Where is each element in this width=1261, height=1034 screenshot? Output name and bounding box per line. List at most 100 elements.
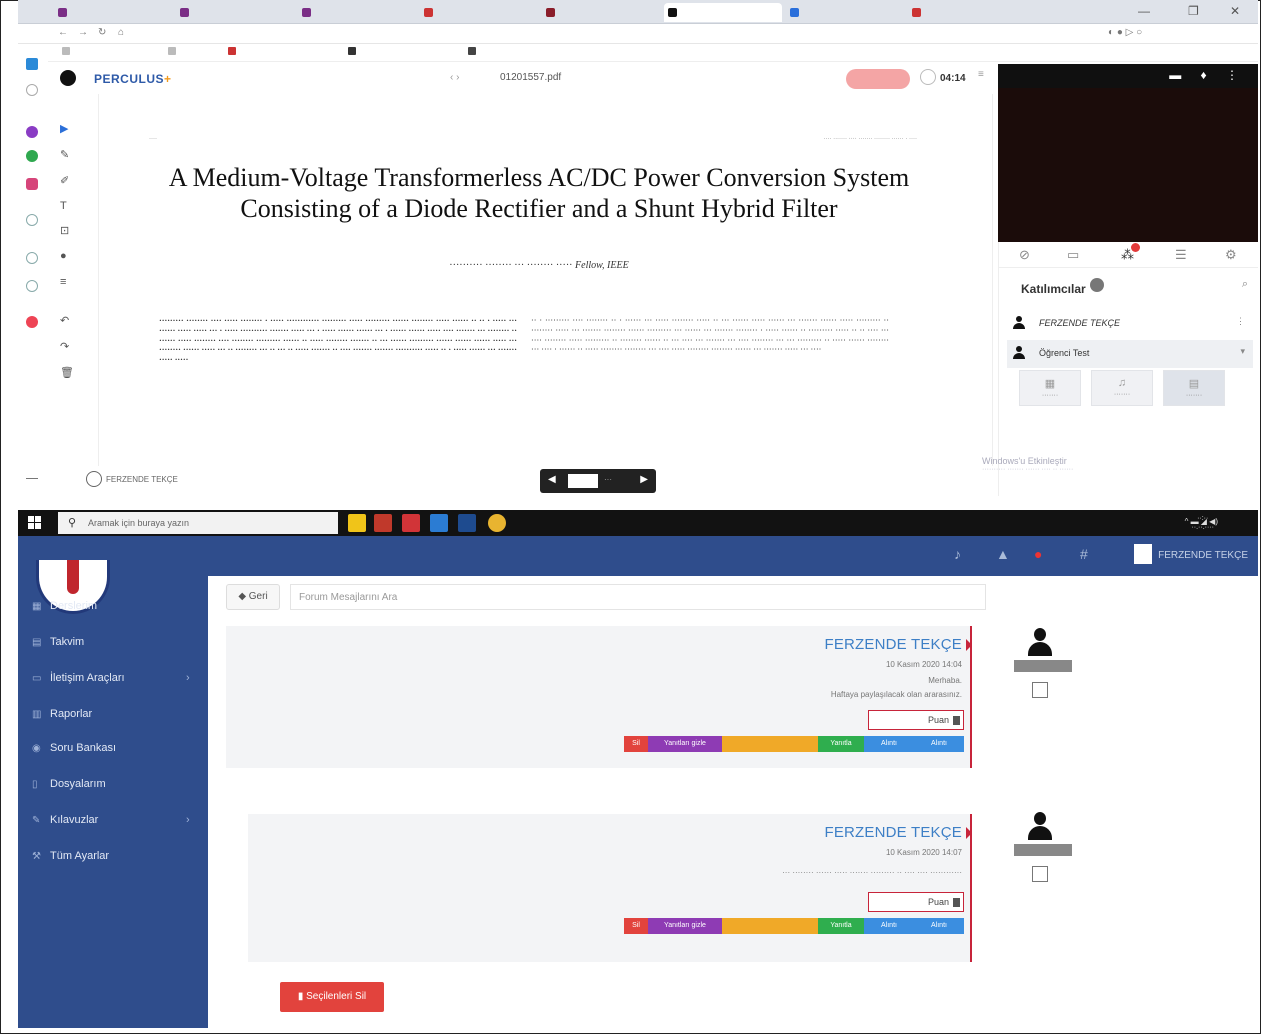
browser-tab[interactable] bbox=[298, 3, 416, 22]
next-page-icon[interactable]: ▶ bbox=[640, 474, 648, 485]
browser-tab[interactable] bbox=[908, 3, 1026, 22]
hide-replies-button[interactable]: Yanıtları gizle bbox=[648, 918, 722, 934]
document-nav-icon[interactable]: ‹ › bbox=[450, 72, 459, 83]
pdf-viewer[interactable]: ···· ···· ······· ···· ······· ········ … bbox=[98, 94, 993, 466]
presenter-chip[interactable]: FERZENDE TEKÇE bbox=[86, 471, 178, 487]
post-action-button[interactable] bbox=[722, 918, 818, 934]
taskbar-app-icon[interactable] bbox=[374, 514, 392, 532]
chrome-icon[interactable] bbox=[488, 514, 506, 532]
taskbar-clock[interactable]: ··:·· ··.··.···· bbox=[1191, 514, 1214, 532]
back-icon[interactable]: ← bbox=[58, 27, 68, 38]
undo-icon[interactable]: ↶ bbox=[60, 314, 69, 327]
settings-icon[interactable]: ⚙ bbox=[1225, 247, 1237, 263]
highlighter-icon[interactable]: ✐ bbox=[60, 174, 69, 187]
quote-button[interactable]: Alıntı bbox=[864, 918, 914, 934]
taskbar-app-icon[interactable] bbox=[430, 514, 448, 532]
forward-icon[interactable]: → bbox=[78, 27, 88, 38]
windows-start-icon[interactable] bbox=[28, 516, 41, 529]
bookmark-item[interactable] bbox=[62, 47, 73, 56]
quote-button[interactable]: Alıntı bbox=[914, 736, 964, 752]
sidebar-item-dosyalarim[interactable]: ▯ Dosyalarım bbox=[32, 778, 106, 790]
hash-icon[interactable]: # bbox=[1080, 546, 1088, 562]
delete-post-button[interactable]: Sil bbox=[624, 918, 648, 934]
taskbar-search-input[interactable]: ⚲ Aramak için buraya yazın bbox=[58, 512, 338, 534]
minimize-icon[interactable]: — bbox=[1138, 4, 1150, 18]
link-icon[interactable]: ⊘ bbox=[1019, 247, 1030, 263]
post-action-button[interactable] bbox=[722, 736, 818, 752]
search-icon[interactable]: ⌕ bbox=[1242, 278, 1248, 291]
extensions-icon[interactable]: ◐ ● ▷ ○ bbox=[1108, 27, 1142, 38]
extension-icon[interactable] bbox=[26, 150, 38, 162]
bookmark-item[interactable] bbox=[228, 47, 239, 56]
select-post-checkbox[interactable] bbox=[1032, 866, 1048, 882]
delete-post-button[interactable]: Sil bbox=[624, 736, 648, 752]
bookmark-item[interactable] bbox=[348, 47, 359, 56]
pointer-icon[interactable]: ▶ bbox=[60, 122, 68, 135]
taskbar-app-icon[interactable] bbox=[458, 514, 476, 532]
participant-options-icon[interactable]: ⋮ bbox=[1236, 316, 1245, 327]
line-width-icon[interactable]: ≡ bbox=[60, 276, 66, 288]
browser-tab[interactable] bbox=[420, 3, 538, 22]
color-icon[interactable]: ● bbox=[60, 250, 67, 262]
reload-icon[interactable]: ↻ bbox=[98, 27, 106, 38]
file-explorer-icon[interactable] bbox=[348, 514, 366, 532]
participant-row[interactable]: FERZENDE TEKÇE ⋮ bbox=[1007, 310, 1253, 338]
post-author[interactable]: FERZENDE TEKÇE bbox=[824, 636, 972, 653]
bookmark-item[interactable] bbox=[168, 47, 179, 56]
extension-icon[interactable] bbox=[26, 280, 38, 292]
list-icon[interactable]: ☰ bbox=[1175, 247, 1187, 263]
browser-tab[interactable] bbox=[176, 3, 294, 22]
browser-tab-active[interactable] bbox=[664, 3, 782, 22]
user-menu[interactable]: FERZENDE TEKÇE bbox=[1134, 544, 1248, 564]
permission-button[interactable]: ▤ ······· bbox=[1163, 370, 1225, 406]
reply-button[interactable]: Yanıtla bbox=[818, 736, 864, 752]
sidebar-item-soru-bankasi[interactable]: ◉ Soru Bankası bbox=[32, 742, 116, 754]
quote-button[interactable]: Alıntı bbox=[914, 918, 964, 934]
score-select[interactable]: Puan bbox=[868, 892, 964, 912]
record-button[interactable] bbox=[846, 69, 910, 89]
browser-tab[interactable] bbox=[786, 3, 904, 22]
camera-mic-controls-icon[interactable]: ▬ ♦ ⋮ bbox=[1169, 68, 1246, 82]
bell-icon[interactable]: ♪ bbox=[954, 546, 961, 562]
bookmark-item[interactable] bbox=[468, 47, 479, 56]
extension-icon[interactable] bbox=[26, 252, 38, 264]
permission-button[interactable]: ▦ ······· bbox=[1019, 370, 1081, 406]
extension-icon[interactable] bbox=[26, 178, 38, 190]
menu-icon[interactable]: ≡ bbox=[978, 69, 984, 80]
permission-button[interactable]: ♫ ······· bbox=[1091, 370, 1153, 406]
maximize-icon[interactable]: ❐ bbox=[1188, 4, 1199, 18]
extension-icon[interactable] bbox=[26, 214, 38, 226]
sidebar-item-iletisim-araclari[interactable]: ▭ İletişim Araçları › bbox=[32, 672, 190, 684]
quote-button[interactable]: Alıntı bbox=[864, 736, 914, 752]
chevron-down-icon[interactable]: ▾ bbox=[1240, 346, 1245, 357]
sidebar-item-tum-ayarlar[interactable]: ⚒ Tüm Ayarlar bbox=[32, 850, 109, 862]
sidebar-item-raporlar[interactable]: ▥ Raporlar bbox=[32, 708, 92, 720]
post-author[interactable]: FERZENDE TEKÇE bbox=[824, 824, 972, 841]
extension-icon[interactable] bbox=[26, 126, 38, 138]
warning-icon[interactable]: ▲ bbox=[996, 546, 1010, 562]
extension-icon[interactable] bbox=[26, 478, 38, 479]
redo-icon[interactable]: ↷ bbox=[60, 340, 69, 353]
chat-icon[interactable]: ▭ bbox=[1067, 247, 1079, 263]
sidebar-item-kilavuzlar[interactable]: ✎ Kılavuzlar › bbox=[32, 814, 190, 826]
hide-replies-button[interactable]: Yanıtları gizle bbox=[648, 736, 722, 752]
text-icon[interactable]: T bbox=[60, 200, 67, 212]
sidebar-item-takvim[interactable]: ▤ Takvim bbox=[32, 636, 84, 648]
page-number-input[interactable] bbox=[568, 474, 598, 488]
participants-tab-icon[interactable]: ⁂ bbox=[1121, 243, 1140, 263]
sidebar-item-derslerim[interactable]: ▦ Derslerim bbox=[32, 600, 97, 612]
participant-row[interactable]: Öğrenci Test ▾ bbox=[1007, 340, 1253, 368]
forum-search-input[interactable]: Forum Mesajlarını Ara bbox=[290, 584, 986, 610]
previous-page-icon[interactable]: ◀ bbox=[548, 474, 556, 485]
notification-icon[interactable]: ● bbox=[1034, 546, 1042, 562]
score-select[interactable]: Puan bbox=[868, 710, 964, 730]
pen-icon[interactable]: ✎ bbox=[60, 148, 69, 161]
extension-icon[interactable] bbox=[26, 84, 38, 96]
extension-icon[interactable] bbox=[26, 316, 38, 328]
browser-tab[interactable] bbox=[54, 3, 172, 22]
back-button[interactable]: ◆ Geri bbox=[226, 584, 280, 610]
select-post-checkbox[interactable] bbox=[1032, 682, 1048, 698]
extension-icon[interactable] bbox=[26, 58, 38, 70]
reply-button[interactable]: Yanıtla bbox=[818, 918, 864, 934]
close-icon[interactable]: ✕ bbox=[1230, 4, 1240, 18]
